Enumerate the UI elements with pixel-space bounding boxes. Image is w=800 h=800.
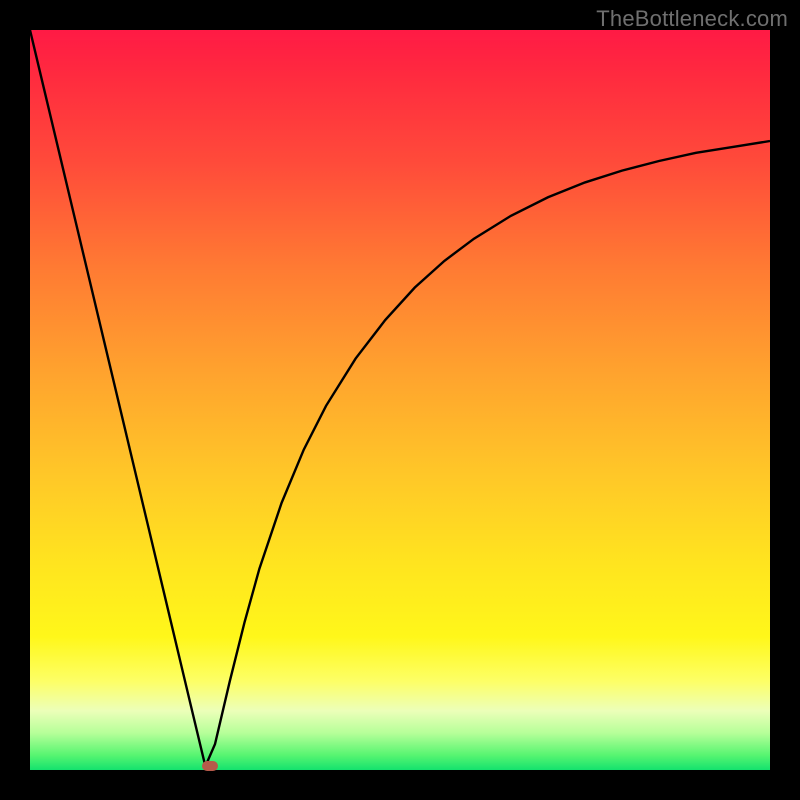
plot-area xyxy=(30,30,770,770)
bottleneck-curve xyxy=(30,30,770,770)
attribution-text: TheBottleneck.com xyxy=(596,6,788,32)
optimal-point-marker xyxy=(202,761,218,771)
chart-frame: TheBottleneck.com xyxy=(0,0,800,800)
